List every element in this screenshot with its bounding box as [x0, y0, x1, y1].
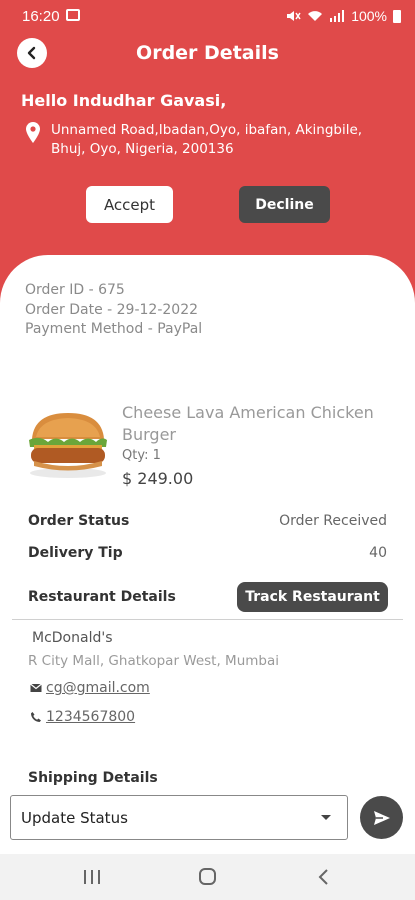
dropdown-caret-icon: [321, 815, 331, 820]
delivery-tip-value: 40: [369, 545, 387, 561]
order-meta: Order ID - 675 Order Date - 29-12-2022 P…: [25, 281, 202, 340]
delivery-tip-row: Delivery Tip 40: [28, 542, 387, 564]
restaurant-name: McDonald's: [32, 630, 113, 646]
product-quantity: Qty: 1: [122, 448, 161, 463]
update-status-value: Update Status: [21, 808, 128, 827]
restaurant-phone[interactable]: 1234567800: [30, 709, 135, 725]
order-status-label: Order Status: [28, 513, 130, 529]
address-line-1: Unnamed Road,Ibadan,Oyo, ibafan, Akingbi…: [51, 122, 363, 138]
divider: [12, 619, 403, 620]
order-date: Order Date - 29-12-2022: [25, 301, 199, 318]
delivery-tip-label: Delivery Tip: [28, 545, 123, 561]
burger-image: [29, 413, 107, 478]
update-status-dropdown[interactable]: Update Status: [10, 795, 348, 840]
restaurant-email[interactable]: cg@gmail.com: [30, 680, 150, 696]
restaurant-phone-text[interactable]: 1234567800: [46, 709, 135, 725]
location-pin-icon: [26, 122, 40, 143]
product-item: Cheese Lava American Chicken Burger Qty:…: [26, 399, 396, 495]
order-details-sheet[interactable]: Order ID - 675 Order Date - 29-12-2022 P…: [0, 255, 415, 855]
product-name: Cheese Lava American Chicken Burger: [122, 403, 374, 444]
restaurant-details-row: Restaurant Details: [28, 586, 176, 608]
battery-percentage: 100%: [351, 8, 387, 24]
product-price: $ 249.00: [122, 469, 194, 488]
email-icon: [30, 683, 42, 692]
send-icon: [373, 810, 390, 825]
wifi-icon: [308, 11, 323, 21]
send-button[interactable]: [360, 796, 403, 839]
order-status-row: Order Status Order Received: [28, 510, 387, 532]
accept-button[interactable]: Accept: [86, 186, 173, 223]
header: Order Details: [0, 32, 415, 76]
customer-greeting: Hello Indudhar Gavasi,: [21, 91, 227, 110]
track-restaurant-button[interactable]: Track Restaurant: [237, 582, 388, 612]
image-notification-icon: [66, 9, 80, 21]
restaurant-address: R City Mall, Ghatkopar West, Mumbai: [28, 653, 280, 669]
home-icon[interactable]: [199, 868, 216, 885]
payment-method: Payment Method - PayPal: [25, 321, 203, 337]
phone-icon: [31, 712, 41, 722]
order-id: Order ID - 675: [25, 282, 125, 298]
status-icons: 100%: [285, 8, 401, 24]
customer-address: Unnamed Road,Ibadan,Oyo, ibafan, Akingbi…: [24, 121, 394, 159]
status-bar: 16:20 100%: [0, 0, 415, 32]
decline-button[interactable]: Decline: [239, 186, 330, 223]
battery-icon: [393, 9, 401, 23]
page-title: Order Details: [136, 42, 279, 64]
clock: 16:20: [22, 8, 60, 25]
signal-icon: [330, 10, 345, 22]
nav-back-icon[interactable]: [316, 868, 332, 886]
order-status-value: Order Received: [279, 513, 387, 529]
mute-icon: [287, 11, 301, 21]
system-nav-bar: [0, 854, 415, 900]
address-line-2: Bhuj, Oyo, Nigeria, 200136: [51, 141, 234, 157]
restaurant-details-label: Restaurant Details: [28, 589, 176, 605]
bottom-action-bar: Update Status: [0, 786, 415, 854]
recent-apps-icon[interactable]: [84, 870, 100, 884]
shipping-details-title: Shipping Details: [28, 770, 158, 786]
restaurant-email-text[interactable]: cg@gmail.com: [46, 680, 150, 696]
